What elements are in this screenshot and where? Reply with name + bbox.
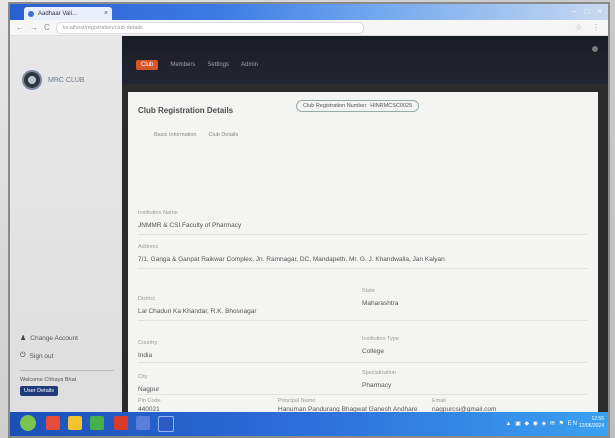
divider (138, 320, 588, 321)
start-button-icon[interactable] (20, 415, 36, 431)
web-app: MRC CLUB ♟ Change Account ⏻ Sign out Wel… (10, 36, 608, 413)
browser-app-icon[interactable] (114, 416, 128, 430)
browser-tabstrip: Aadhaar Vali… × – □ × (10, 4, 608, 20)
clock[interactable]: 12:56 12/06/2024 (579, 416, 604, 430)
page-title: Club Registration Details (138, 106, 234, 115)
address-value: 7/1, Ganga & Ganpat Raikwar Complex, Jn.… (138, 256, 445, 263)
word-app-icon[interactable] (158, 416, 174, 432)
top-navigation: Club Members Settings Admin (122, 36, 608, 84)
clock-time: 12:56 (591, 416, 604, 422)
registration-label: Club Registration Number (303, 103, 367, 109)
sidebar-item-label: Sign out (29, 352, 54, 360)
institution-label: Institution Name (138, 210, 178, 216)
divider (138, 394, 588, 395)
club-details-card: Club Registration Details Club Registrat… (128, 92, 598, 413)
reload-icon[interactable]: C (44, 23, 50, 32)
url-field[interactable]: localhost/registration/club-details (55, 21, 364, 34)
divider (138, 268, 588, 269)
pincode-label: Pin Code (138, 398, 161, 404)
divider (138, 234, 588, 235)
forward-icon[interactable]: → (30, 23, 38, 32)
close-window-icon[interactable]: × (597, 7, 602, 16)
back-icon[interactable]: ← (16, 23, 24, 32)
brand[interactable]: MRC CLUB (22, 70, 85, 90)
favicon-icon (28, 10, 34, 17)
system-tray[interactable]: ▲ ▣ ◆ ◉ ◈ ✉ ⚑ EN (506, 420, 578, 427)
city-label: City (138, 374, 148, 380)
tab-basic-information[interactable]: Basic Information (154, 132, 197, 138)
nav-item-settings[interactable]: Settings (207, 62, 229, 68)
brand-logo-icon (22, 70, 42, 90)
email-label: Email (432, 398, 446, 404)
bookmark-star-icon[interactable]: ☆ (575, 23, 582, 32)
divider (138, 362, 588, 363)
state-label: State (362, 288, 375, 294)
sidebar-footer: ♟ Change Account ⏻ Sign out Welcome Chha… (20, 334, 114, 396)
user-details-button[interactable]: User Details (20, 386, 58, 396)
taskbar: ▲ ▣ ◆ ◉ ◈ ✉ ⚑ EN 12:56 12/06/2024 (10, 412, 608, 436)
city-value: Nagpur (138, 386, 160, 393)
address-label: Address (138, 244, 159, 250)
registration-number: HINRMCSC0025 (370, 103, 413, 109)
user-icon: ♟ (20, 335, 27, 342)
country-value: India (138, 352, 153, 359)
window-controls: – □ × (572, 7, 602, 16)
monitor-screen: Aadhaar Vali… × – □ × ← → C localhost/re… (10, 4, 608, 436)
media-app-icon[interactable] (46, 416, 60, 430)
browser-menu-icon[interactable]: ⋮ (592, 23, 600, 32)
country-label: Country (138, 340, 158, 346)
folder-icon[interactable] (68, 416, 82, 430)
maximize-icon[interactable]: □ (584, 7, 589, 16)
nav-items: Club Members Settings Admin (136, 60, 258, 70)
institution-type-label: Institution Type (362, 336, 399, 342)
district-label: District (138, 296, 155, 302)
welcome-text: Welcome Chhaya Bhat (20, 377, 77, 383)
browser-tab[interactable]: Aadhaar Vali… × (24, 7, 112, 20)
institution-value: JNMMR & CSI Faculty of Pharmacy (138, 222, 242, 229)
sidebar-divider (20, 370, 114, 371)
nav-item-club[interactable]: Club (136, 60, 159, 70)
registration-chip: Club Registration Number HINRMCSC0025 (296, 100, 420, 112)
subtabs: Basic Information Club Details (154, 132, 238, 138)
address-actions: ☆ ⋮ (575, 23, 600, 32)
tab-club-details[interactable]: Club Details (209, 132, 239, 138)
brand-name: MRC CLUB (48, 76, 85, 84)
specialization-label: Specialization (362, 370, 396, 376)
state-value: Maharashtra (362, 300, 399, 307)
app-icon[interactable] (90, 416, 104, 430)
principal-label: Principal Name (278, 398, 316, 404)
logout-icon: ⏻ (20, 352, 26, 359)
main-area: Club Members Settings Admin Club Registr… (122, 36, 608, 413)
nav-item-admin[interactable]: Admin (241, 62, 258, 68)
nav-item-members[interactable]: Members (170, 62, 195, 68)
profile-dot-icon[interactable] (592, 46, 598, 52)
sidebar-item-sign-out[interactable]: ⏻ Sign out (20, 352, 114, 360)
address-bar: ← → C localhost/registration/club-detail… (10, 20, 608, 36)
institution-type-value: College (362, 348, 385, 355)
sidebar-item-change-account[interactable]: ♟ Change Account (20, 334, 114, 343)
pinned-app-icon[interactable] (136, 416, 150, 430)
tab-title: Aadhaar Vali… (38, 10, 78, 17)
sidebar: MRC CLUB ♟ Change Account ⏻ Sign out Wel… (10, 36, 122, 412)
clock-date: 12/06/2024 (578, 423, 604, 429)
specialization-value: Pharmacy (362, 382, 392, 389)
sidebar-item-label: Change Account (30, 334, 78, 342)
tab-close-icon[interactable]: × (104, 10, 108, 17)
minimize-icon[interactable]: – (572, 7, 576, 16)
district-value: Lal Chaduri Ka Khandar, R.K. Bhosnagar (138, 308, 257, 315)
